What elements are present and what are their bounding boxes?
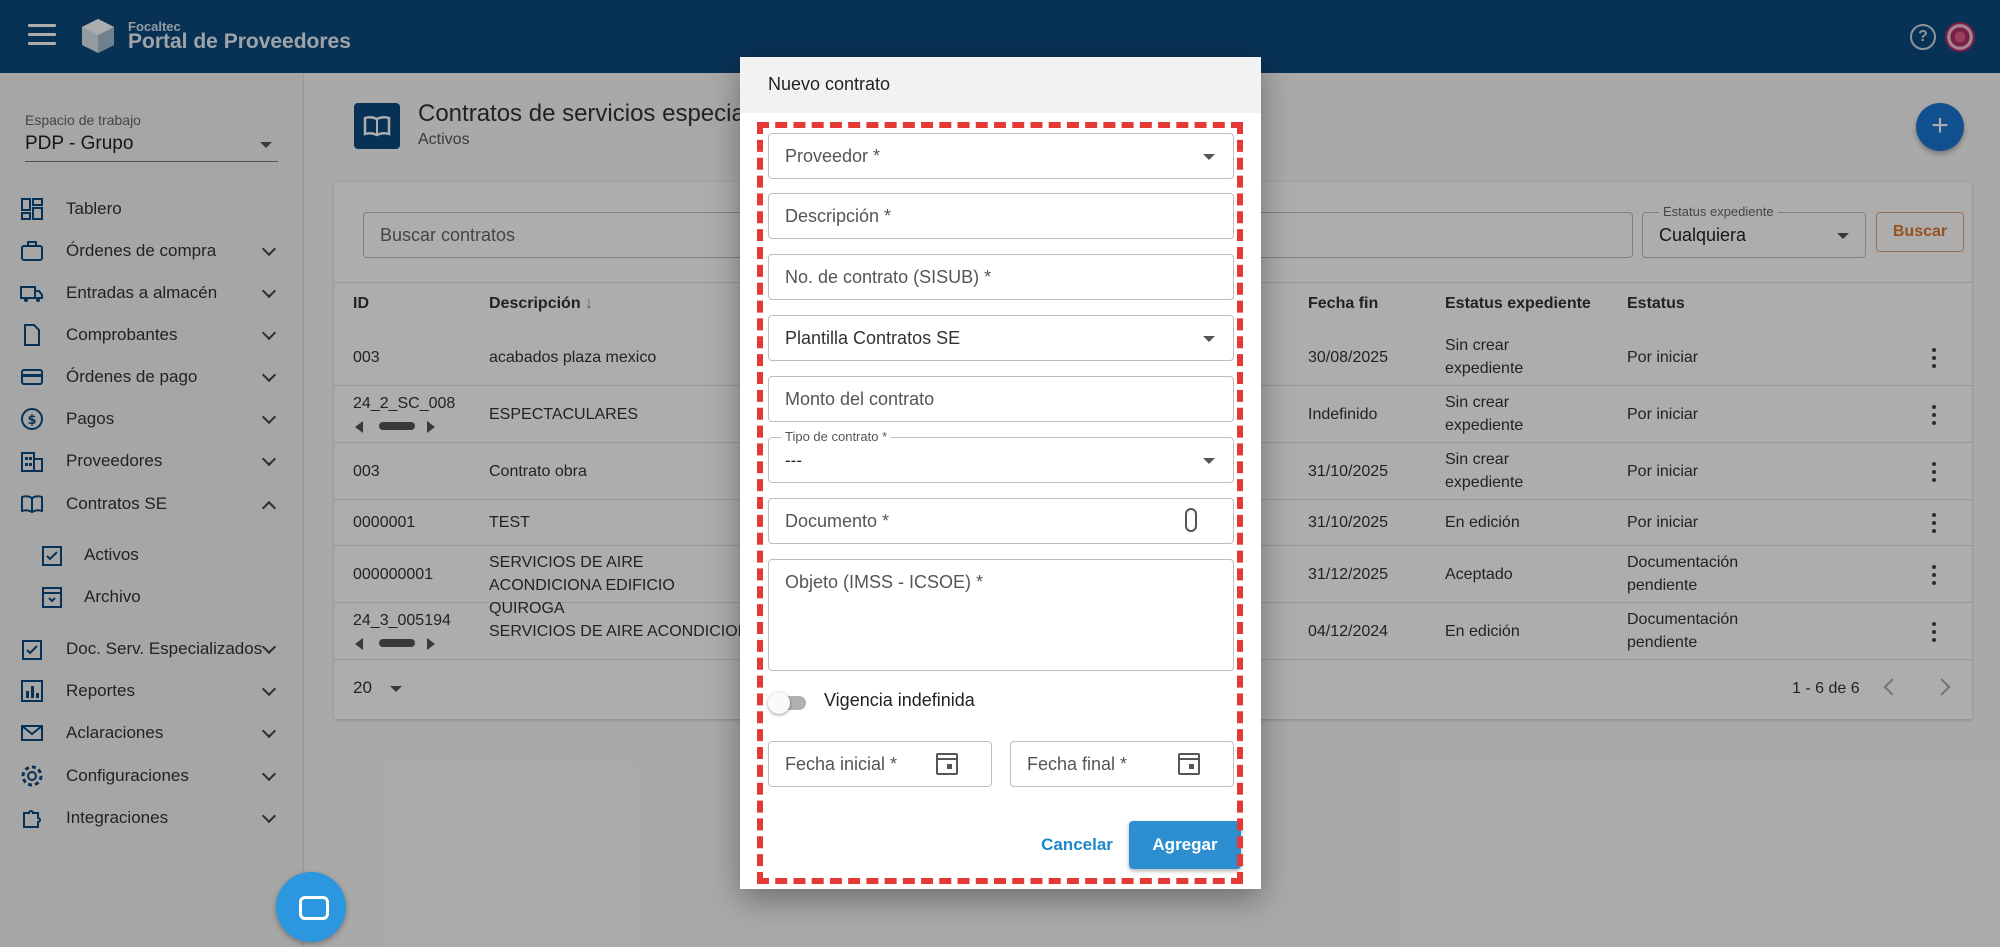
cancel-button[interactable]: Cancelar bbox=[1032, 827, 1122, 863]
calendar-icon[interactable] bbox=[936, 753, 958, 775]
calendar-icon[interactable] bbox=[1178, 753, 1200, 775]
documento-label: Documento * bbox=[785, 511, 890, 531]
vigencia-toggle[interactable] bbox=[768, 689, 808, 715]
tipo-contrato-label: Tipo de contrato * bbox=[781, 429, 892, 444]
fecha-final-label: Fecha final * bbox=[1027, 754, 1128, 774]
fecha-inicial-label: Fecha inicial * bbox=[785, 754, 898, 774]
monto-input[interactable]: Monto del contrato bbox=[768, 376, 1234, 422]
proveedor-select[interactable]: Proveedor * bbox=[768, 133, 1234, 179]
plantilla-value: Plantilla Contratos SE bbox=[785, 328, 961, 348]
tipo-contrato-value: --- bbox=[785, 451, 802, 470]
dialog-header: Nuevo contrato bbox=[740, 57, 1261, 113]
monto-label: Monto del contrato bbox=[785, 389, 935, 409]
tipo-contrato-select[interactable]: Tipo de contrato * --- bbox=[768, 429, 1234, 483]
plantilla-select[interactable]: Plantilla Contratos SE bbox=[768, 315, 1234, 361]
vigencia-label: Vigencia indefinida bbox=[824, 690, 975, 710]
objeto-label: Objeto (IMSS - ICSOE) * bbox=[785, 572, 984, 592]
dialog-title: Nuevo contrato bbox=[768, 74, 891, 94]
proveedor-label: Proveedor * bbox=[785, 146, 881, 166]
new-contract-dialog: Nuevo contrato Proveedor * Descripción *… bbox=[740, 57, 1261, 889]
objeto-textarea[interactable]: Objeto (IMSS - ICSOE) * bbox=[768, 559, 1234, 671]
descripcion-input[interactable]: Descripción * bbox=[768, 193, 1234, 239]
chevron-down-icon bbox=[1203, 154, 1215, 160]
chat-button[interactable] bbox=[276, 872, 346, 942]
no-contrato-label: No. de contrato (SISUB) * bbox=[785, 267, 992, 287]
no-contrato-input[interactable]: No. de contrato (SISUB) * bbox=[768, 254, 1234, 300]
fecha-inicial-input[interactable]: Fecha inicial * bbox=[768, 741, 992, 787]
chevron-down-icon bbox=[1203, 336, 1215, 342]
chevron-down-icon bbox=[1203, 458, 1215, 464]
documento-input[interactable]: Documento * bbox=[768, 498, 1234, 544]
toggle-knob bbox=[768, 692, 790, 714]
attach-icon[interactable] bbox=[1185, 508, 1197, 532]
descripcion-label: Descripción * bbox=[785, 206, 892, 226]
add-button[interactable]: Agregar bbox=[1129, 821, 1241, 869]
fecha-final-input[interactable]: Fecha final * bbox=[1010, 741, 1234, 787]
